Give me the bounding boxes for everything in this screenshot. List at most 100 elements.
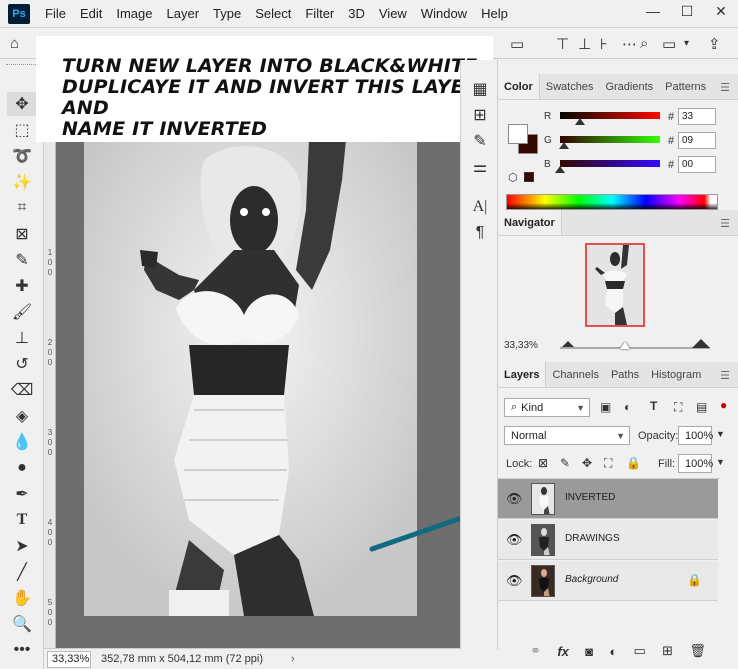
line-tool-icon[interactable]: ╱ [7,560,37,584]
chevron-down-icon[interactable]: ▼ [716,429,725,439]
type-tool-icon[interactable]: T [7,508,37,532]
workspace-icon[interactable]: ▭ [662,35,676,53]
toolbar-grip[interactable] [6,64,36,67]
red-value-input[interactable]: 33 [678,108,716,125]
visibility-eye-icon[interactable]: 👁 [506,573,523,589]
delete-layer-icon[interactable]: 🗑 [689,643,706,659]
menu-filter[interactable]: Filter [298,0,341,28]
dodge-tool-icon[interactable]: ● [7,456,37,480]
lock-position-icon[interactable]: ✥ [582,456,592,470]
search-icon[interactable]: ⌕ [640,35,648,52]
chevron-down-icon[interactable]: ▼ [716,457,725,467]
menu-help[interactable]: Help [474,0,515,28]
distribute-icon[interactable]: ▭ [510,35,524,53]
paragraph-panel-icon[interactable]: ¶ [467,222,493,244]
blend-mode-select[interactable]: Normal ▼ [504,426,630,445]
color-panel-menu-icon[interactable]: ☰ [720,81,730,94]
magic-wand-tool-icon[interactable]: ✨ [7,170,37,194]
filter-toggle-icon[interactable]: ● [720,398,727,412]
eraser-tool-icon[interactable]: ⌫ [7,378,37,402]
status-zoom-field[interactable]: 33,33% [47,650,91,668]
zoom-in-mountain-icon[interactable] [692,339,710,348]
history-brush-tool-icon[interactable]: ↺ [7,352,37,376]
visibility-eye-icon[interactable]: 👁 [506,491,523,507]
foreground-color-swatch[interactable] [508,124,528,144]
navigator-zoom-value[interactable]: 33,33% [504,340,538,351]
layer-name[interactable]: INVERTED [565,492,615,503]
fx-icon[interactable]: fx [557,644,569,659]
filter-pixel-icon[interactable]: ▣ [600,400,611,414]
layer-name[interactable]: DRAWINGS [565,533,620,544]
blur-tool-icon[interactable]: 💧 [7,430,37,454]
red-thumb[interactable] [575,118,585,125]
brush-panel-icon[interactable]: ✎ [467,130,493,152]
align-middle-icon[interactable]: ⊥ [578,35,591,53]
add-mask-icon[interactable]: ◙ [585,644,593,659]
green-track[interactable] [560,136,660,143]
blue-track[interactable] [560,160,660,167]
more-options-icon[interactable]: ⋯ [622,35,637,53]
lock-artboard-icon[interactable]: ⛶ [604,456,612,471]
filter-smart-object-icon[interactable]: ▤ [696,400,707,414]
marquee-tool-icon[interactable]: ⬚ [7,118,37,142]
frame-tool-icon[interactable]: ⊠ [7,222,37,246]
hand-tool-icon[interactable]: ✋ [7,586,37,610]
tab-histogram[interactable]: Histogram [645,362,707,387]
green-value-input[interactable]: 09 [678,132,716,149]
layer-name[interactable]: Background [565,574,618,585]
lock-all-icon[interactable]: 🔒 [626,456,641,470]
share-icon[interactable]: ⇪ [708,35,721,53]
layer-row-drawings[interactable]: 👁 DRAWINGS [498,520,718,560]
tab-navigator[interactable]: Navigator [498,210,562,235]
lock-transparent-icon[interactable]: ⊠ [538,456,548,470]
edit-toolbar-icon[interactable]: ••• [7,638,37,662]
layer-row-background[interactable]: 👁 Background 🔒 [498,561,718,601]
menu-layer[interactable]: Layer [160,0,207,28]
close-button[interactable]: ✕ [704,0,738,22]
zoom-tool-icon[interactable]: 🔍 [7,612,37,636]
menu-select[interactable]: Select [248,0,298,28]
menu-edit[interactable]: Edit [73,0,109,28]
color-spectrum-ramp[interactable] [506,194,718,210]
pen-tool-icon[interactable]: ✒ [7,482,37,506]
chevron-down-icon[interactable]: ▾ [684,38,689,49]
layers-panel-menu-icon[interactable]: ☰ [720,369,730,382]
blue-thumb[interactable] [555,166,565,173]
paint-bucket-tool-icon[interactable]: ◈ [7,404,37,428]
crop-tool-icon[interactable]: ⌗ [7,196,37,220]
fill-input[interactable]: 100% [678,454,713,473]
visibility-eye-icon[interactable]: 👁 [506,532,523,548]
kind-filter-select[interactable]: ⌕ Kind ▼ [504,398,590,417]
maximize-button[interactable]: ☐ [670,0,704,22]
filter-adjustment-icon[interactable]: ◐ [624,400,631,414]
menu-file[interactable]: File [38,0,73,28]
adjustment-layer-icon[interactable]: ◐ [609,644,617,659]
out-of-gamut-swatch[interactable] [524,172,534,182]
healing-brush-tool-icon[interactable]: ✚ [7,274,37,298]
menu-type[interactable]: Type [206,0,248,28]
web-safe-cube-icon[interactable]: ⬡ [508,171,518,184]
filter-shape-icon[interactable]: ⛶ [674,400,682,415]
properties-panel-icon[interactable]: ⊞ [467,104,493,126]
navigator-panel-menu-icon[interactable]: ☰ [720,217,730,230]
green-thumb[interactable] [559,142,569,149]
tab-layers[interactable]: Layers [498,362,547,387]
lasso-tool-icon[interactable]: ➰ [7,144,37,168]
brush-tool-icon[interactable]: 🖌 [7,300,37,324]
lock-image-icon[interactable]: ✎ [560,456,570,470]
history-panel-icon[interactable]: ▦ [467,78,493,100]
move-tool-icon[interactable]: ✥ [7,92,37,116]
navigator-thumbnail[interactable] [585,243,645,327]
link-layers-icon[interactable]: ⚭ [530,643,541,659]
menu-image[interactable]: Image [109,0,159,28]
character-panel-icon[interactable]: A| [467,196,493,218]
new-group-icon[interactable]: ▭ [634,643,646,659]
navigator-zoom-thumb[interactable] [620,342,630,349]
home-icon[interactable]: ⌂ [10,35,19,52]
blue-value-input[interactable]: 00 [678,156,716,173]
eyedropper-tool-icon[interactable]: ✎ [7,248,37,272]
tab-paths[interactable]: Paths [605,362,645,387]
menu-window[interactable]: Window [414,0,474,28]
adjustments-panel-icon[interactable]: ⚌ [467,156,493,178]
menu-3d[interactable]: 3D [341,0,372,28]
